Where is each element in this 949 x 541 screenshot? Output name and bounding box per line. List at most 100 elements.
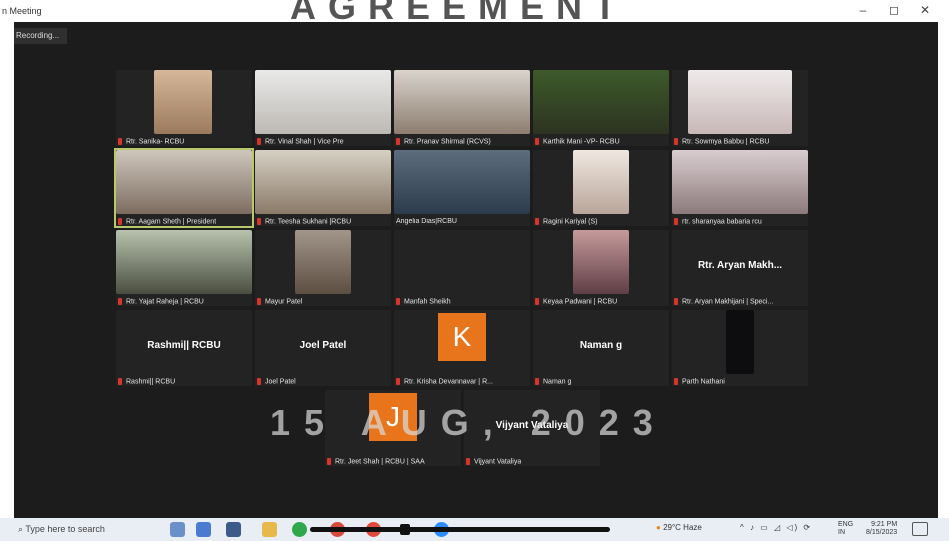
- mic-muted-icon: [257, 297, 261, 305]
- mic-muted-icon: [396, 377, 400, 385]
- participant-display-name: Joel Patel: [299, 340, 347, 351]
- participant-tile[interactable]: Naman g Naman g: [533, 310, 669, 386]
- mic-muted-icon: [674, 137, 678, 145]
- participant-video: [573, 230, 629, 294]
- participant-tile[interactable]: Keyaa Padwani | RCBU: [533, 230, 669, 306]
- participant-name: Rashmi|| RCBU: [118, 377, 175, 385]
- participant-display-name: Rashmi|| RCBU: [147, 340, 221, 351]
- video-progress-bar[interactable]: [310, 527, 610, 532]
- mic-muted-icon: [257, 137, 261, 145]
- minimize-button[interactable]: –: [853, 3, 873, 17]
- mic-muted-icon: [535, 377, 539, 385]
- participant-name: Rtr. Aagam Sheth | President: [118, 217, 216, 225]
- participant-tile[interactable]: Joel Patel Joel Patel: [255, 310, 391, 386]
- participant-video: [394, 70, 530, 134]
- mic-muted-icon: [396, 137, 400, 145]
- mic-muted-icon: [327, 457, 331, 465]
- participant-tile[interactable]: Rtr. Sowmya Babbu | RCBU: [672, 70, 808, 146]
- participant-tile[interactable]: Mayur Patel: [255, 230, 391, 306]
- mic-muted-icon: [466, 457, 470, 465]
- participant-video: [295, 230, 351, 294]
- participant-name: Mayur Patel: [257, 297, 302, 305]
- app-icon[interactable]: [196, 522, 211, 537]
- mic-muted-icon: [118, 297, 122, 305]
- participant-video: [672, 150, 808, 214]
- participant-tile[interactable]: Rtr. Sanika- RCBU: [116, 70, 252, 146]
- close-button[interactable]: ✕: [915, 3, 935, 17]
- participant-name: Rtr. Krisha Devannavar | R...: [396, 377, 493, 385]
- mic-muted-icon: [535, 137, 539, 145]
- people-app-icon[interactable]: [170, 522, 185, 537]
- participant-video: [255, 70, 391, 134]
- mic-muted-icon: [396, 297, 400, 305]
- participant-video: [533, 70, 669, 134]
- participant-tile[interactable]: K Rtr. Krisha Devannavar | R...: [394, 310, 530, 386]
- mic-muted-icon: [118, 137, 122, 145]
- participant-display-name: Naman g: [579, 340, 623, 351]
- weather-widget[interactable]: ● 29°C Haze: [656, 523, 702, 532]
- video-scrub-handle[interactable]: [400, 524, 410, 535]
- mic-muted-icon: [257, 217, 261, 225]
- participant-name: Rtr. Vinal Shah | Vice Pre: [257, 137, 344, 145]
- taskbar-clock[interactable]: 9:21 PM 8/15/2023: [866, 521, 897, 537]
- file-explorer-icon[interactable]: [262, 522, 277, 537]
- participant-name: Rtr. Pranav Shirmal (RCVS): [396, 137, 491, 145]
- participant-avatar: K: [438, 313, 486, 361]
- maximize-button[interactable]: ◻: [884, 3, 904, 17]
- participant-name: Angelia Dias|RCBU: [396, 218, 457, 225]
- participant-tile[interactable]: Rtr. Vinal Shah | Vice Pre: [255, 70, 391, 146]
- participant-tile[interactable]: Rtr. Teesha Sukhani |RCBU: [255, 150, 391, 226]
- taskbar-search[interactable]: ⌕ Type here to search: [18, 522, 158, 537]
- recording-indicator: Recording...: [14, 28, 68, 44]
- whatsapp-icon[interactable]: [292, 522, 307, 537]
- participant-name: Keyaa Padwani | RCBU: [535, 297, 617, 305]
- participant-name: Naman g: [535, 377, 571, 385]
- weather-icon: ●: [656, 523, 661, 532]
- participant-name: Rtr. Sanika- RCBU: [118, 137, 184, 145]
- notifications-icon[interactable]: [912, 522, 928, 536]
- participant-display-name: Rtr. Aryan Makh...: [697, 260, 783, 271]
- mic-muted-icon: [674, 297, 678, 305]
- mic-muted-icon: [118, 217, 122, 225]
- participant-tile[interactable]: Angelia Dias|RCBU: [394, 150, 530, 226]
- participant-name: Manfah Sheikh: [396, 297, 451, 305]
- window-title: n Meeting: [2, 6, 42, 16]
- participant-tile[interactable]: Rtr. Pranav Shirmal (RCVS): [394, 70, 530, 146]
- participant-video: [154, 70, 212, 134]
- participant-name: Parth Nathani: [674, 377, 725, 385]
- participant-video: [688, 70, 792, 134]
- participant-video: [726, 310, 754, 374]
- mic-muted-icon: [257, 377, 261, 385]
- participant-video: [116, 230, 252, 294]
- mic-muted-icon: [535, 217, 539, 225]
- participant-name: Joel Patel: [257, 377, 296, 385]
- participant-tile[interactable]: Rtr. Yajat Raheja | RCBU: [116, 230, 252, 306]
- participant-name: rtr. sharanyaa babaria rcu: [674, 217, 762, 225]
- participant-video: [255, 150, 391, 214]
- mic-muted-icon: [674, 217, 678, 225]
- system-tray[interactable]: ^ ♪ ▭ ◿ ◁) ⟳: [740, 523, 812, 532]
- participant-name: Rtr. Jeet Shah | RCBU | SAA: [327, 457, 425, 465]
- participant-name: Karthik Mani -VP- RCBU: [535, 137, 620, 145]
- participant-tile[interactable]: Rtr. Aryan Makh... Rtr. Aryan Makhijani …: [672, 230, 808, 306]
- participant-tile[interactable]: Ragini Kariyal (S): [533, 150, 669, 226]
- participant-tile[interactable]: rtr. sharanyaa babaria rcu: [672, 150, 808, 226]
- task-view-icon[interactable]: [226, 522, 241, 537]
- participant-tile[interactable]: Rashmi|| RCBU Rashmi|| RCBU: [116, 310, 252, 386]
- participant-tile[interactable]: Karthik Mani -VP- RCBU: [533, 70, 669, 146]
- participant-video: [573, 150, 629, 214]
- participant-tile[interactable]: Manfah Sheikh: [394, 230, 530, 306]
- participant-video: [394, 150, 530, 214]
- participant-name: Vijyant Vataliya: [466, 457, 521, 465]
- participant-name: Rtr. Yajat Raheja | RCBU: [118, 297, 204, 305]
- mic-muted-icon: [118, 377, 122, 385]
- mic-muted-icon: [674, 377, 678, 385]
- participant-video: [116, 150, 252, 214]
- mic-muted-icon: [535, 297, 539, 305]
- input-language[interactable]: ENG IN: [838, 521, 853, 537]
- participant-tile-active-speaker[interactable]: Rtr. Aagam Sheth | President: [114, 148, 254, 228]
- participant-name: Rtr. Aryan Makhijani | Speci...: [674, 297, 773, 305]
- participant-tile[interactable]: Parth Nathani: [672, 310, 808, 386]
- participant-name: Rtr. Teesha Sukhani |RCBU: [257, 217, 351, 225]
- windows-taskbar: ⌕ Type here to search ● 29°C Haze ^ ♪ ▭ …: [0, 518, 949, 541]
